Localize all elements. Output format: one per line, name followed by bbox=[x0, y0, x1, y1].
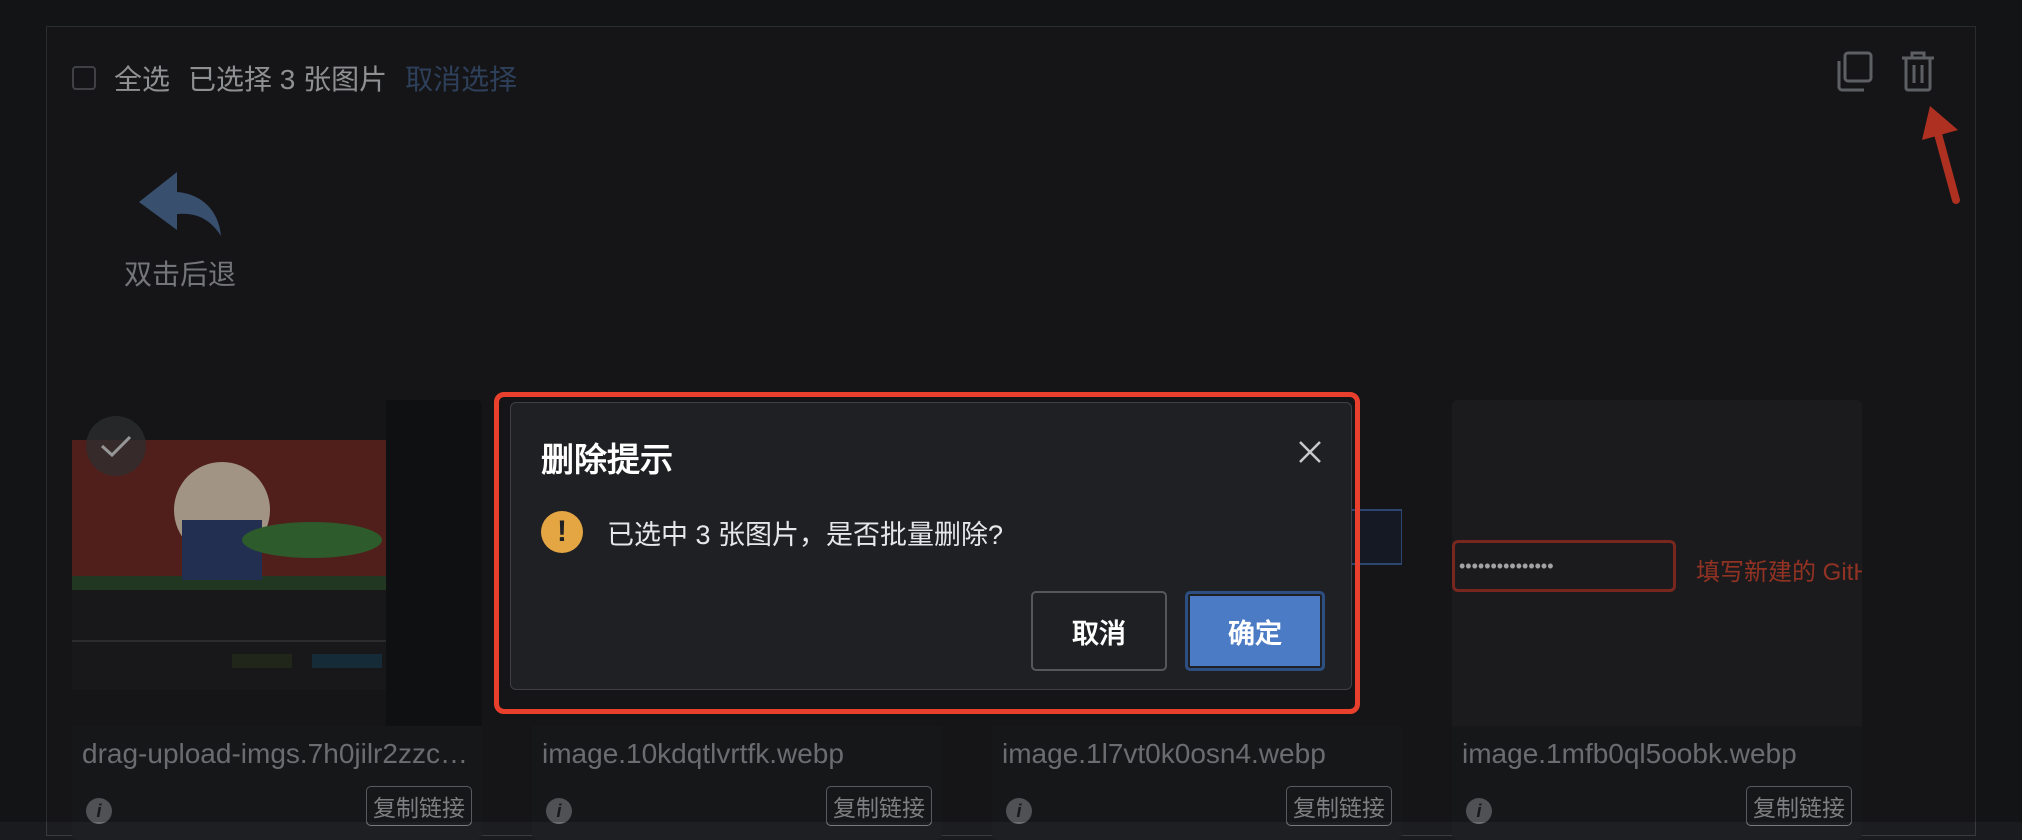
dialog-actions: 取消 确定 bbox=[1031, 591, 1325, 671]
back-button[interactable]: 双击后退 bbox=[120, 170, 240, 293]
copy-link-button[interactable]: 复制链接 bbox=[1746, 786, 1852, 826]
copy-link-button[interactable]: 复制链接 bbox=[1286, 786, 1392, 826]
delete-confirm-dialog: 删除提示 ! 已选中 3 张图片，是否批量删除? 取消 确定 bbox=[510, 402, 1352, 690]
selected-count-label: 已选择 3 张图片 bbox=[188, 64, 388, 95]
annotation-arrow-icon bbox=[1922, 106, 1960, 204]
image-card[interactable]: ••••••••••••••• 填写新建的 GitH image.1mfb0ql… bbox=[1452, 400, 1862, 840]
image-filename: image.1mfb0ql5oobk.webp bbox=[1462, 738, 1797, 769]
copy-link-button[interactable]: 复制链接 bbox=[366, 786, 472, 826]
image-card[interactable]: drag-upload-imgs.7h0jilr2zzc… i 复制链接 bbox=[72, 400, 482, 840]
selection-toolbar: 全选 已选择 3 张图片 取消选择 bbox=[72, 58, 517, 98]
deselect-link[interactable]: 取消选择 bbox=[405, 58, 517, 98]
dialog-body: ! 已选中 3 张图片，是否批量删除? bbox=[541, 511, 1003, 553]
copy-icon[interactable] bbox=[1834, 50, 1874, 92]
dialog-title: 删除提示 bbox=[541, 441, 673, 478]
preview-masked-field: ••••••••••••••• bbox=[1452, 540, 1676, 592]
copy-link-button[interactable]: 复制链接 bbox=[826, 786, 932, 826]
check-icon bbox=[100, 435, 132, 458]
select-all-label[interactable]: 全选 bbox=[114, 58, 170, 98]
select-all-checkbox[interactable] bbox=[72, 66, 96, 90]
info-icon[interactable]: i bbox=[546, 798, 572, 824]
select-toggle[interactable] bbox=[86, 416, 146, 476]
info-icon[interactable]: i bbox=[1006, 798, 1032, 824]
info-icon[interactable]: i bbox=[1466, 798, 1492, 824]
image-thumbnail[interactable]: ••••••••••••••• 填写新建的 GitH bbox=[1452, 400, 1862, 726]
confirm-button[interactable]: 确定 bbox=[1185, 591, 1325, 671]
info-icon[interactable]: i bbox=[86, 798, 112, 824]
cancel-button[interactable]: 取消 bbox=[1031, 591, 1167, 671]
image-filename: drag-upload-imgs.7h0jilr2zzc… bbox=[82, 738, 468, 769]
back-label: 双击后退 bbox=[123, 259, 236, 290]
trash-icon[interactable] bbox=[1900, 50, 1936, 92]
back-arrow-icon bbox=[139, 172, 221, 236]
close-icon[interactable] bbox=[1297, 439, 1323, 470]
dialog-message: 已选中 3 张图片，是否批量删除? bbox=[607, 519, 1004, 550]
toolbar-actions bbox=[1834, 50, 1936, 92]
image-filename: image.1l7vt0k0osn4.webp bbox=[1002, 738, 1326, 769]
image-filename: image.10kdqtlvrtfk.webp bbox=[542, 738, 844, 769]
preview-hint-text: 填写新建的 GitH bbox=[1696, 559, 1862, 586]
warning-icon: ! bbox=[541, 511, 583, 553]
